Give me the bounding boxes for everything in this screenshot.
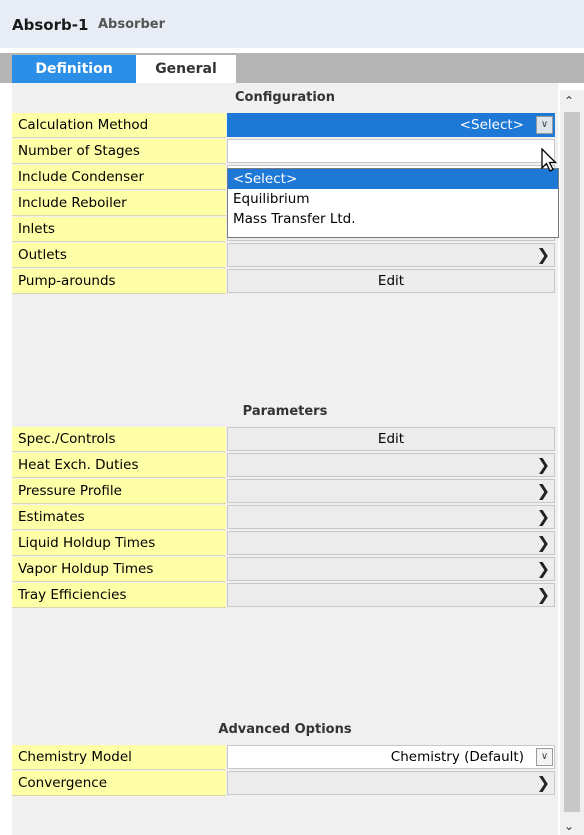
dropdown-option-mass-transfer[interactable]: Mass Transfer Ltd. (228, 209, 558, 229)
section-header-parameters: Parameters (242, 404, 328, 419)
tab-definition[interactable]: Definition (12, 55, 136, 83)
row-spec-controls: Spec./Controls Edit (12, 427, 558, 453)
property-label: Number of Stages (12, 139, 226, 164)
chevron-right-icon[interactable]: ❯ (537, 480, 550, 502)
row-convergence: Convergence ❯ (12, 771, 558, 797)
chevron-right-icon[interactable]: ❯ (537, 558, 550, 580)
chevron-right-icon[interactable]: ❯ (537, 506, 550, 528)
row-heat-exch-duties: Heat Exch. Duties ❯ (12, 453, 558, 479)
tab-general[interactable]: General (136, 55, 236, 83)
property-label: Spec./Controls (12, 427, 226, 452)
chevron-right-icon[interactable]: ❯ (537, 772, 550, 794)
text-input[interactable] (227, 139, 555, 163)
row-liquid-holdup-times: Liquid Holdup Times ❯ (12, 531, 558, 557)
property-label: Include Reboiler (12, 191, 226, 216)
edit-button[interactable]: Edit (227, 427, 555, 451)
dropdown-field[interactable]: <Select> ∨ (227, 113, 555, 137)
dropdown-option-select[interactable]: <Select> (228, 169, 558, 189)
property-label: Calculation Method (12, 113, 226, 138)
edit-button[interactable]: Edit (227, 269, 555, 293)
property-label: Include Condenser (12, 165, 226, 190)
scroll-down-icon[interactable]: ⌄ (564, 819, 574, 833)
chevron-right-icon[interactable]: ❯ (537, 244, 550, 266)
expand-field[interactable]: ❯ (227, 557, 555, 581)
dropdown-value: Chemistry (Default) (390, 749, 524, 765)
expand-field[interactable]: ❯ (227, 583, 555, 607)
row-chemistry-model: Chemistry Model Chemistry (Default) ∨ (12, 745, 558, 771)
property-label: Pump-arounds (12, 269, 226, 294)
property-label: Pressure Profile (12, 479, 226, 504)
chevron-right-icon[interactable]: ❯ (537, 454, 550, 476)
row-tray-efficiencies: Tray Efficiencies ❯ (12, 583, 558, 609)
chevron-right-icon[interactable]: ❯ (537, 584, 550, 606)
block-type: Absorber (98, 17, 165, 32)
property-label: Outlets (12, 243, 226, 268)
property-label: Estimates (12, 505, 226, 530)
scrollbar-thumb[interactable] (564, 112, 580, 812)
property-label: Convergence (12, 771, 226, 796)
property-label: Inlets (12, 217, 226, 242)
property-label: Vapor Holdup Times (12, 557, 226, 582)
vertical-scrollbar[interactable]: ⌃ ⌄ (560, 90, 584, 835)
expand-field[interactable]: ❯ (227, 531, 555, 555)
dropdown-option-equilibrium[interactable]: Equilibrium (228, 189, 558, 209)
property-label: Liquid Holdup Times (12, 531, 226, 556)
property-label: Chemistry Model (12, 745, 226, 770)
row-outlets: Outlets ❯ (12, 243, 558, 269)
expand-field[interactable]: ❯ (227, 453, 555, 477)
section-header-advanced-options: Advanced Options (218, 722, 352, 737)
section-header-configuration: Configuration (235, 90, 335, 105)
calculation-method-dropdown-list[interactable]: <Select> Equilibrium Mass Transfer Ltd. (227, 168, 559, 238)
expand-field[interactable]: ❯ (227, 479, 555, 503)
row-calculation-method: Calculation Method <Select> ∨ (12, 113, 558, 139)
row-pump-arounds: Pump-arounds Edit (12, 269, 558, 295)
expand-field[interactable]: ❯ (227, 505, 555, 529)
row-pressure-profile: Pressure Profile ❯ (12, 479, 558, 505)
expand-field[interactable]: ❯ (227, 771, 555, 795)
edit-button-label: Edit (377, 431, 405, 447)
property-label: Tray Efficiencies (12, 583, 226, 608)
dropdown-field[interactable]: Chemistry (Default) ∨ (227, 745, 555, 769)
row-number-of-stages: Number of Stages (12, 139, 558, 165)
chevron-down-icon[interactable]: ∨ (536, 116, 553, 134)
scroll-up-icon[interactable]: ⌃ (564, 94, 574, 108)
mouse-pointer-icon (541, 148, 558, 172)
chevron-right-icon[interactable]: ❯ (537, 532, 550, 554)
title-bar: Absorb-1 Absorber (0, 0, 584, 48)
block-name: Absorb-1 (12, 16, 89, 34)
tab-strip: Definition General (0, 53, 584, 83)
edit-button-label: Edit (377, 273, 405, 289)
row-vapor-holdup-times: Vapor Holdup Times ❯ (12, 557, 558, 583)
chevron-down-icon[interactable]: ∨ (536, 748, 553, 766)
expand-field[interactable]: ❯ (227, 243, 555, 267)
property-label: Heat Exch. Duties (12, 453, 226, 478)
dropdown-value: <Select> (459, 117, 524, 133)
row-estimates: Estimates ❯ (12, 505, 558, 531)
